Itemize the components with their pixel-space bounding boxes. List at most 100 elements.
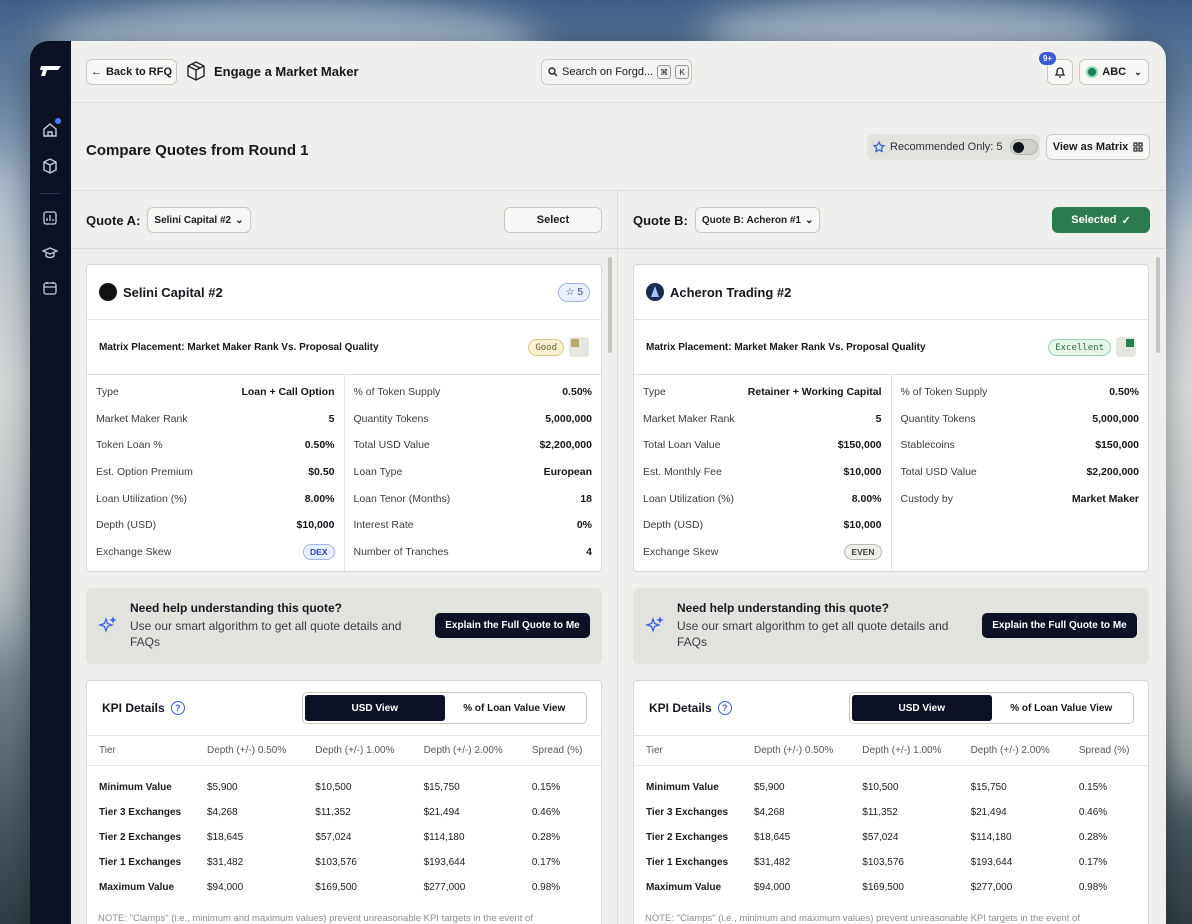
scrollbar[interactable] bbox=[1156, 257, 1160, 353]
explain-quote-button[interactable]: Explain the Full Quote to Me bbox=[982, 613, 1137, 638]
detail-row: Loan Type European bbox=[354, 459, 593, 486]
table-row: Minimum Value $5,900 $10,500 $15,750 0.15% bbox=[634, 765, 1148, 800]
detail-value: 8.00% bbox=[851, 492, 882, 505]
table-cell: 0.28% bbox=[1078, 832, 1108, 843]
table-cell: Tier 3 Exchanges bbox=[646, 807, 729, 818]
detail-value: $150,000 bbox=[837, 439, 882, 452]
detail-row: Type Loan + Call Option bbox=[96, 379, 335, 406]
usd-view-tab[interactable]: USD View bbox=[305, 695, 445, 721]
table-cell: $10,500 bbox=[862, 782, 899, 794]
kpi-table-head: Tier Depth (+/-) 0.50% Depth (+/-) 1.00% De… bbox=[634, 736, 1148, 766]
quote-a-selector[interactable]: Selini Capital #2 ⌄ bbox=[147, 207, 251, 233]
detail-value: 5,000,000 bbox=[545, 412, 592, 425]
detail-row: % of Token Supply 0.50% bbox=[354, 379, 593, 406]
quote-a-column: Quote A: Selini Capital #2 ⌄ Select Selin… bbox=[71, 191, 618, 924]
help-body: Use our smart algorithm to get all quote… bbox=[677, 619, 949, 649]
table-cell: 0.28% bbox=[531, 832, 561, 843]
grid-icon bbox=[1133, 142, 1143, 152]
home-icon[interactable] bbox=[41, 118, 61, 139]
help-circle-icon[interactable]: ? bbox=[717, 701, 732, 715]
help-circle-icon[interactable]: ? bbox=[170, 701, 185, 715]
detail-label: Number of Tranches bbox=[353, 545, 449, 558]
recommended-only-toggle[interactable]: Recommended Only: 5 bbox=[867, 134, 1040, 160]
sparkle-icon bbox=[98, 616, 118, 636]
explain-quote-button[interactable]: Explain the Full Quote to Me bbox=[435, 613, 590, 638]
account-name: ABC bbox=[1102, 66, 1127, 78]
back-to-rfq-button[interactable]: ← Back to RFQ bbox=[86, 59, 177, 85]
usd-view-tab[interactable]: USD View bbox=[852, 695, 992, 721]
back-label: Back to RFQ bbox=[105, 66, 172, 78]
detail-value: $10,000 bbox=[843, 519, 882, 532]
detail-row: Number of Tranches 4 bbox=[354, 539, 593, 566]
kpi-table-body: Minimum Value $5,900 $10,500 $15,750 0.15% Ti… bbox=[634, 765, 1148, 900]
detail-row: Market Maker Rank 5 bbox=[643, 406, 882, 433]
detail-row: Total Loan Value $150,000 bbox=[643, 432, 882, 459]
help-panel: Need help understanding this quote? Use … bbox=[633, 588, 1149, 664]
kpi-column-header: Depth (+/-) 1.00% bbox=[315, 736, 424, 766]
avatar bbox=[1086, 66, 1099, 78]
app-window: ← Back to RFQ Engage a Market Maker Sear… bbox=[30, 41, 1166, 924]
divider bbox=[71, 248, 617, 249]
search-input[interactable]: Search on Forgd... ⌘ K bbox=[541, 59, 692, 85]
matrix-placement-label: Matrix Placement: Market Maker Rank Vs. … bbox=[99, 341, 379, 353]
brand-logo-icon[interactable] bbox=[39, 63, 63, 79]
table-cell: $103,576 bbox=[862, 857, 904, 868]
pct-view-tab[interactable]: % of Loan Value View bbox=[992, 695, 1132, 721]
table-cell: Tier 3 Exchanges bbox=[99, 807, 182, 818]
home-notification-dot bbox=[55, 118, 61, 124]
table-cell: 0.98% bbox=[531, 882, 561, 893]
compare-header: Compare Quotes from Round 1 Recommended … bbox=[71, 103, 1166, 191]
table-cell: Tier 2 Exchanges bbox=[646, 832, 729, 843]
table-cell: 0.17% bbox=[531, 857, 561, 868]
detail-row: Interest Rate 0% bbox=[354, 512, 593, 539]
selected-quote-b-button[interactable]: Selected ✓ bbox=[1052, 207, 1150, 233]
pct-view-tab[interactable]: % of Loan Value View bbox=[445, 695, 585, 721]
kpi-header: KPI Details? USD View % of Loan Value Vi… bbox=[634, 681, 1148, 736]
chart-icon[interactable] bbox=[41, 209, 59, 227]
table-cell: Minimum Value bbox=[99, 782, 172, 794]
detail-value: 5 bbox=[328, 412, 335, 425]
detail-row: Loan Utilization (%) 8.00% bbox=[96, 485, 335, 512]
box-icon[interactable] bbox=[41, 157, 59, 175]
detail-label: Type bbox=[96, 386, 119, 399]
detail-row: Type Retainer + Working Capital bbox=[643, 379, 882, 406]
table-cell: $57,024 bbox=[315, 832, 352, 843]
quote-a-card: Selini Capital #2 ☆ 5 Matrix Placement: M… bbox=[86, 264, 602, 572]
detail-row: Token Loan % 0.50% bbox=[96, 432, 335, 459]
detail-row: Stablecoins $150,000 bbox=[901, 432, 1140, 459]
table-cell: 0.46% bbox=[531, 807, 561, 818]
kpi-title: KPI Details bbox=[649, 701, 712, 715]
kpi-note: NOTE: "Clamps" (i.e., minimum and maximu… bbox=[98, 913, 533, 924]
view-as-matrix-button[interactable]: View as Matrix bbox=[1046, 134, 1150, 160]
matrix-placement-row: Matrix Placement: Market Maker Rank Vs. … bbox=[634, 320, 1148, 375]
detail-label: Total USD Value bbox=[353, 439, 430, 452]
recommended-switch[interactable] bbox=[1009, 139, 1038, 155]
details-left: Type Retainer + Working Capital Market Mak… bbox=[634, 375, 892, 571]
rail-divider bbox=[40, 193, 61, 194]
table-cell: $18,645 bbox=[207, 832, 244, 843]
table-row: Tier 3 Exchanges $4,268 $11,352 $21,494 0.46… bbox=[634, 800, 1148, 825]
select-quote-a-button[interactable]: Select bbox=[504, 207, 602, 233]
detail-label: Est. Monthly Fee bbox=[643, 466, 722, 479]
kpi-table: Tier Depth (+/-) 0.50% Depth (+/-) 1.00% De… bbox=[634, 736, 1148, 900]
matrix-placement-label: Matrix Placement: Market Maker Rank Vs. … bbox=[646, 341, 926, 353]
calendar-icon[interactable] bbox=[41, 279, 59, 297]
quote-b-selector[interactable]: Quote B: Acheron #1 ⌄ bbox=[694, 207, 821, 233]
page-title: Engage a Market Maker bbox=[214, 64, 359, 79]
table-cell: $4,268 bbox=[207, 807, 238, 818]
graduation-cap-icon[interactable] bbox=[41, 244, 59, 262]
table-cell: $11,352 bbox=[862, 807, 898, 818]
detail-label: Depth (USD) bbox=[96, 519, 157, 532]
detail-row: Market Maker Rank 5 bbox=[96, 406, 335, 433]
kpi-table: Tier Depth (+/-) 0.50% Depth (+/-) 1.00% De… bbox=[87, 736, 601, 900]
kpi-view-toggle: USD View % of Loan Value View bbox=[849, 692, 1134, 724]
detail-label: Token Loan % bbox=[96, 439, 163, 452]
quality-badge: Good bbox=[528, 339, 564, 356]
scrollbar[interactable] bbox=[608, 257, 612, 353]
quote-b-column: Quote B: Quote B: Acheron #1 ⌄ Selected ✓ … bbox=[618, 191, 1165, 924]
detail-value: $150,000 bbox=[1095, 439, 1139, 452]
table-cell: $11,352 bbox=[315, 807, 351, 818]
account-menu[interactable]: ABC ⌄ bbox=[1079, 59, 1149, 85]
detail-label: Loan Type bbox=[353, 466, 403, 479]
details-right: % of Token Supply 0.50% Quantity Tokens 5,0… bbox=[892, 375, 1149, 571]
